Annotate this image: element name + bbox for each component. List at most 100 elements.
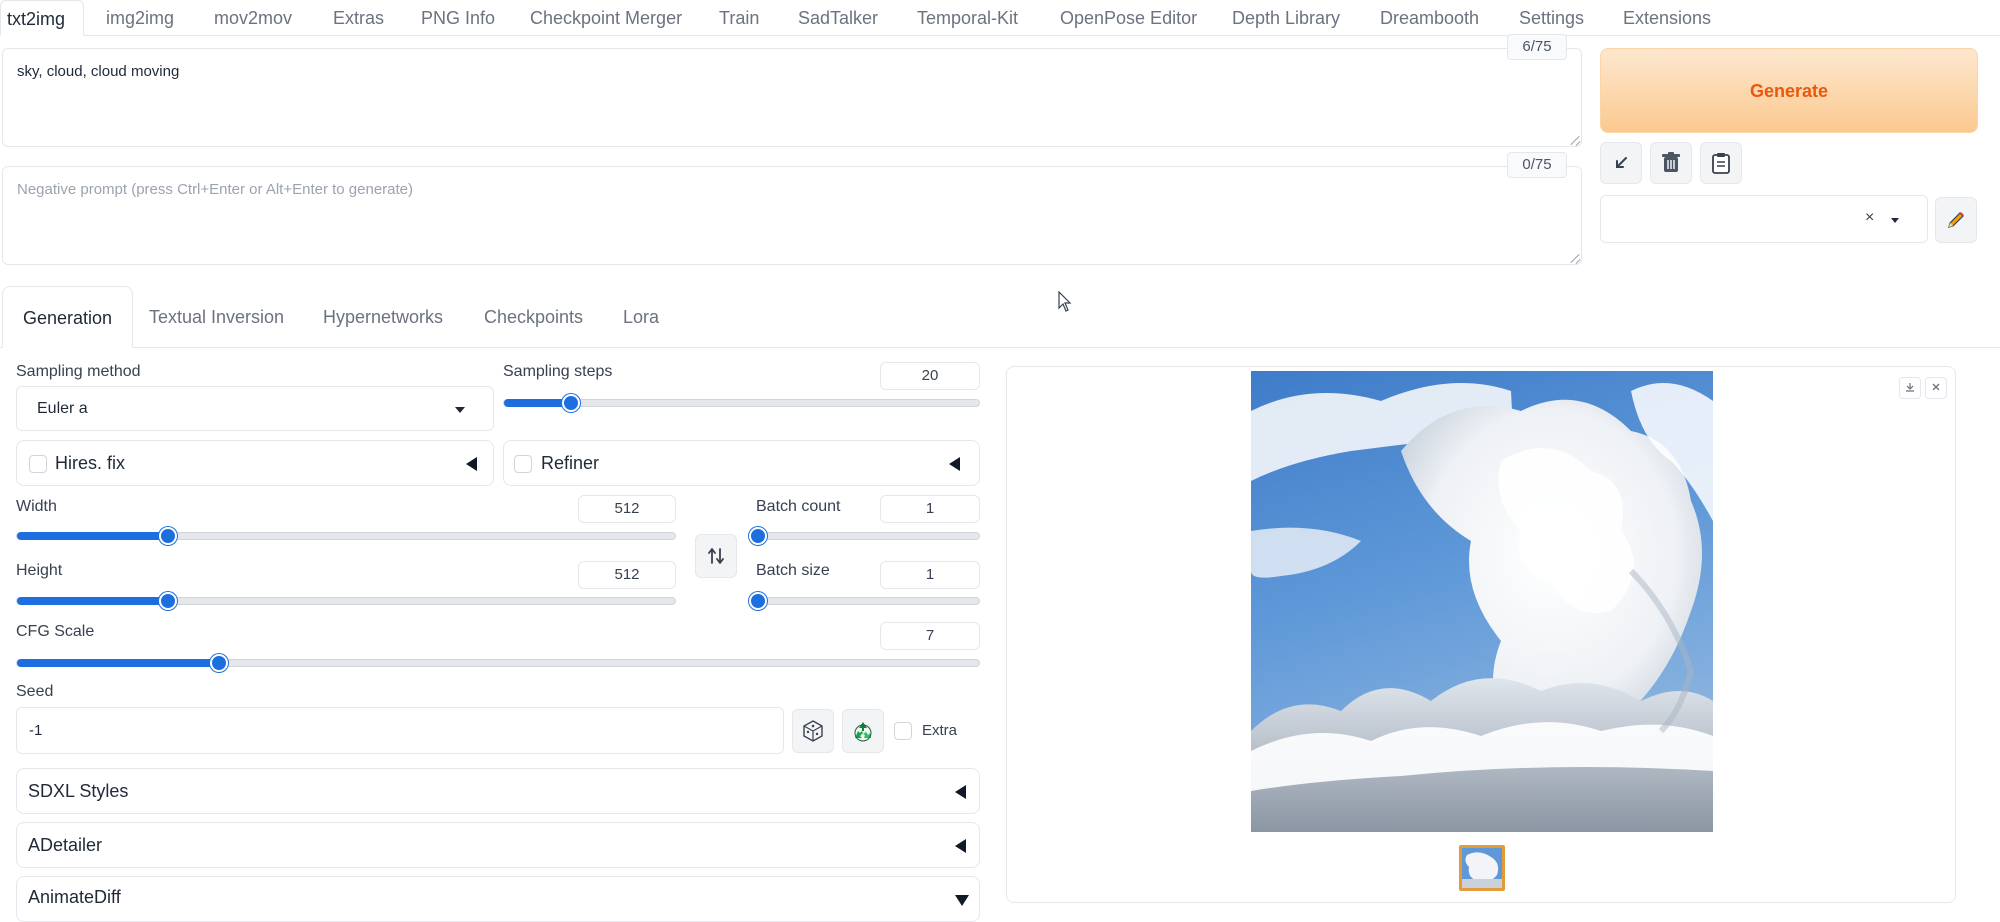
- batch-count-label: Batch count: [756, 498, 841, 515]
- clear-styles-icon[interactable]: ×: [1865, 209, 1874, 227]
- animatediff-label: AnimateDiff: [28, 887, 121, 907]
- cfg-scale-input[interactable]: 7: [880, 622, 980, 650]
- styles-dropdown[interactable]: ×: [1600, 195, 1928, 243]
- recycle-icon: [854, 722, 872, 742]
- resize-grip-icon[interactable]: [1570, 135, 1580, 145]
- height-label: Height: [16, 562, 63, 579]
- swap-dimensions-button[interactable]: [695, 534, 737, 578]
- resize-grip-icon[interactable]: [1570, 253, 1580, 263]
- height-input[interactable]: 512: [578, 561, 676, 589]
- gallery-thumbnail[interactable]: [1459, 845, 1505, 891]
- sampling-steps-input[interactable]: 20: [880, 362, 980, 390]
- tab-sadtalker[interactable]: SadTalker: [798, 0, 878, 36]
- dice-icon: [803, 720, 823, 742]
- sampling-method-value: Euler a: [37, 400, 88, 417]
- output-gallery: [1006, 366, 1956, 903]
- reuse-seed-button[interactable]: [842, 709, 884, 753]
- collapse-arrow-icon: [955, 839, 966, 853]
- animatediff-accordion[interactable]: AnimateDiff: [16, 876, 980, 922]
- prompt-text: sky, cloud, cloud moving: [17, 63, 180, 80]
- tab-textual-inversion[interactable]: Textual Inversion: [149, 286, 284, 348]
- hires-fix-label: Hires. fix: [55, 453, 126, 473]
- sub-tab-divider: [0, 347, 2000, 348]
- clipboard-icon: [1712, 153, 1730, 174]
- sampling-method-dropdown[interactable]: Euler a: [16, 386, 494, 431]
- generate-button[interactable]: Generate: [1600, 48, 1978, 133]
- sdxl-styles-label: SDXL Styles: [28, 781, 129, 801]
- prompt-input[interactable]: sky, cloud, cloud moving: [2, 48, 1582, 147]
- slider-fill: [504, 399, 571, 407]
- slider-thumb[interactable]: [210, 654, 229, 672]
- collapse-arrow-icon: [955, 785, 966, 799]
- batch-size-slider[interactable]: [749, 592, 980, 610]
- sdxl-styles-accordion[interactable]: SDXL Styles: [16, 768, 980, 814]
- tab-openpose-editor[interactable]: OpenPose Editor: [1060, 0, 1197, 36]
- width-input[interactable]: 512: [578, 495, 676, 523]
- adetailer-accordion[interactable]: ADetailer: [16, 822, 980, 868]
- slider-fill: [17, 659, 220, 667]
- cfg-scale-label: CFG Scale: [16, 623, 95, 640]
- hires-fix-accordion[interactable]: Hires. fix: [16, 440, 494, 486]
- seed-extra-label: Extra: [922, 722, 958, 739]
- slider-thumb[interactable]: [561, 394, 580, 412]
- expand-arrow-icon: [955, 895, 969, 906]
- apply-styles-button[interactable]: [1700, 142, 1742, 184]
- close-icon[interactable]: [1925, 377, 1947, 399]
- seed-label: Seed: [16, 683, 54, 700]
- sampling-steps-label: Sampling steps: [503, 363, 613, 380]
- chevron-down-icon: [1891, 218, 1899, 223]
- tab-temporal-kit[interactable]: Temporal-Kit: [917, 0, 1018, 36]
- cfg-scale-slider[interactable]: [16, 654, 980, 672]
- tab-checkpoint-merger[interactable]: Checkpoint Merger: [530, 0, 682, 36]
- arrow-down-left-icon: [1616, 157, 1627, 168]
- clear-prompt-button[interactable]: [1650, 142, 1692, 184]
- refiner-checkbox[interactable]: [514, 455, 532, 473]
- sampling-steps-slider[interactable]: [503, 394, 980, 412]
- chevron-down-icon: [455, 407, 465, 413]
- width-slider[interactable]: [16, 527, 676, 545]
- slider-fill: [17, 597, 169, 605]
- tab-depth-library[interactable]: Depth Library: [1232, 0, 1340, 36]
- tab-png-info[interactable]: PNG Info: [421, 0, 495, 36]
- tab-train[interactable]: Train: [719, 0, 759, 36]
- negative-prompt-token-counter: 0/75: [1507, 152, 1567, 178]
- tab-dreambooth[interactable]: Dreambooth: [1380, 0, 1479, 36]
- hires-fix-checkbox[interactable]: [29, 455, 47, 473]
- height-slider[interactable]: [16, 592, 676, 610]
- slider-thumb[interactable]: [159, 592, 178, 610]
- prompt-token-counter: 6/75: [1507, 34, 1567, 60]
- seed-input[interactable]: -1: [16, 707, 784, 754]
- pencil-icon: [1948, 212, 1964, 228]
- tab-hypernetworks[interactable]: Hypernetworks: [323, 286, 443, 348]
- tab-img2img[interactable]: img2img: [106, 0, 174, 36]
- trash-icon: [1662, 152, 1680, 172]
- tab-mov2mov[interactable]: mov2mov: [214, 0, 292, 36]
- width-label: Width: [16, 498, 57, 515]
- batch-size-input[interactable]: 1: [880, 561, 980, 589]
- negative-prompt-input[interactable]: Negative prompt (press Ctrl+Enter or Alt…: [2, 166, 1582, 265]
- tab-extensions[interactable]: Extensions: [1623, 0, 1711, 36]
- tab-txt2img[interactable]: txt2img: [0, 0, 85, 36]
- adetailer-label: ADetailer: [28, 835, 103, 855]
- tab-generation[interactable]: Generation: [2, 286, 134, 348]
- seed-value: -1: [29, 722, 43, 739]
- top-tab-bar: txt2img img2img mov2mov Extras PNG Info …: [0, 0, 2000, 36]
- edit-styles-button[interactable]: [1935, 197, 1977, 243]
- slider-thumb[interactable]: [159, 527, 178, 545]
- refiner-accordion[interactable]: Refiner: [503, 440, 980, 486]
- slider-thumb[interactable]: [749, 592, 767, 610]
- slider-thumb[interactable]: [749, 527, 767, 545]
- tab-checkpoints[interactable]: Checkpoints: [484, 286, 583, 348]
- tab-extras[interactable]: Extras: [333, 0, 384, 36]
- refiner-label: Refiner: [541, 453, 600, 473]
- paste-prompt-button[interactable]: [1600, 142, 1642, 184]
- batch-count-slider[interactable]: [749, 527, 980, 545]
- generated-image[interactable]: [1251, 371, 1713, 832]
- tab-settings[interactable]: Settings: [1519, 0, 1584, 36]
- swap-arrows-icon: [708, 548, 724, 564]
- batch-count-input[interactable]: 1: [880, 495, 980, 523]
- seed-extra-checkbox[interactable]: [894, 722, 912, 740]
- random-seed-button[interactable]: [792, 709, 834, 753]
- tab-lora[interactable]: Lora: [623, 286, 659, 348]
- download-icon[interactable]: [1899, 377, 1921, 399]
